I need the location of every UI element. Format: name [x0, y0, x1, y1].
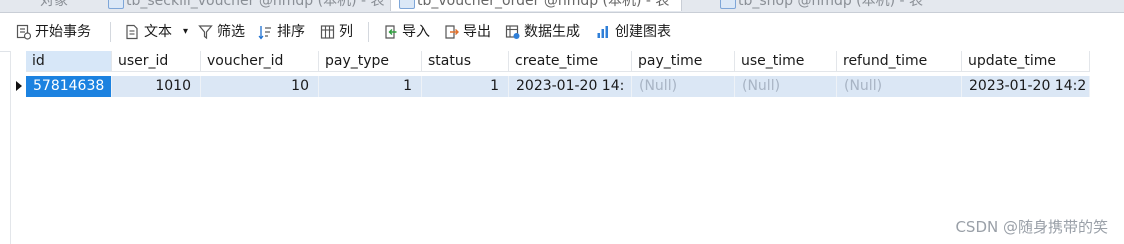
cell-value: 2023-01-20 14:2 — [969, 78, 1087, 94]
column-header-label: pay_type — [325, 53, 390, 69]
cell-value: 1 — [490, 78, 499, 94]
column-header-label: use_time — [741, 53, 805, 69]
filter-icon — [198, 25, 213, 40]
column-header-label: pay_time — [638, 53, 703, 69]
table-cell-pay-type[interactable]: 1 — [319, 76, 422, 97]
tab-strip: 对象 tb_seckill_voucher @hmdp (本机) - 表 tb_… — [0, 0, 1124, 13]
column-header-label: create_time — [515, 53, 599, 69]
column-header-use-time[interactable]: use_time — [735, 51, 837, 72]
table-icon — [399, 0, 415, 9]
current-row-indicator-icon — [16, 81, 22, 91]
tab-objects[interactable]: 对象 — [14, 0, 80, 11]
cell-value: (Null) — [742, 78, 781, 94]
chevron-down-icon: ▾ — [183, 26, 189, 37]
table-cell-status[interactable]: 1 — [422, 76, 509, 97]
data-generate-icon — [505, 25, 520, 39]
transaction-icon — [16, 24, 31, 40]
filter-label: 筛选 — [217, 24, 245, 40]
column-header-label: refund_time — [843, 53, 928, 69]
column-header-label: voucher_id — [207, 53, 284, 69]
columns-icon — [320, 25, 335, 39]
column-header-id[interactable]: id — [26, 51, 112, 72]
table-cell-update-time[interactable]: 2023-01-20 14:2 — [962, 76, 1090, 97]
table-cell-pay-time[interactable]: (Null) — [632, 76, 735, 97]
table-icon — [108, 0, 124, 9]
text-icon — [126, 24, 138, 40]
import-icon — [385, 25, 397, 39]
tab-tb-voucher-order[interactable]: tb_voucher_order @hmdp (本机) - 表 — [390, 0, 683, 11]
toolbar-divider — [368, 22, 369, 42]
cell-value: 1010 — [155, 78, 191, 94]
cell-value: 10 — [291, 78, 309, 94]
tab-label: tb_voucher_order @hmdp (本机) - 表 — [417, 0, 670, 9]
data-generate-label: 数据生成 — [524, 24, 580, 40]
table-cell-refund-time[interactable]: (Null) — [837, 76, 962, 97]
column-header-pay-type[interactable]: pay_type — [319, 51, 422, 72]
tab-label: tb_shop @hmdp (本机) - 表 — [738, 0, 924, 9]
table-cell-id[interactable]: 57814638 — [26, 76, 112, 97]
cell-value: 2023-01-20 14: — [516, 78, 625, 94]
column-header-label: status — [428, 53, 472, 69]
export-label: 导出 — [463, 24, 491, 40]
export-icon — [445, 25, 459, 39]
column-header-user-id[interactable]: user_id — [112, 51, 201, 72]
column-header-label: user_id — [118, 53, 169, 69]
table-cell-use-time[interactable]: (Null) — [735, 76, 837, 97]
toolbar: 开始事务 文本 ▾ 筛选 排序 列 导入 导出 数据生成 创建图表 — [0, 13, 1124, 52]
column-header-label: update_time — [968, 53, 1056, 69]
columns-label: 列 — [339, 24, 353, 40]
chart-icon — [597, 26, 608, 38]
column-header-pay-time[interactable]: pay_time — [632, 51, 735, 72]
table-cell-create-time[interactable]: 2023-01-20 14: — [509, 76, 632, 97]
column-header-create-time[interactable]: create_time — [509, 51, 632, 72]
create-chart-label: 创建图表 — [615, 24, 671, 40]
cell-value: 1 — [403, 78, 412, 94]
column-header-status[interactable]: status — [422, 51, 509, 72]
column-header-refund-time[interactable]: refund_time — [837, 51, 962, 72]
watermark: CSDN @随身携带的笑 — [955, 218, 1108, 236]
cell-value: (Null) — [639, 78, 678, 94]
tab-tb-seckill-voucher[interactable]: tb_seckill_voucher @hmdp (本机) - 表 — [100, 0, 396, 11]
column-header-label: id — [32, 53, 45, 69]
column-header-update-time[interactable]: update_time — [962, 51, 1090, 72]
cell-value: 57814638 — [33, 78, 105, 94]
import-label: 导入 — [402, 24, 430, 40]
begin-transaction-label: 开始事务 — [35, 24, 91, 40]
sort-icon — [258, 26, 271, 40]
toolbar-divider — [110, 22, 111, 42]
table-icon — [720, 0, 736, 9]
tab-tb-shop[interactable]: tb_shop @hmdp (本机) - 表 — [712, 0, 935, 11]
cell-value: (Null) — [844, 78, 883, 94]
text-label: 文本 — [144, 24, 172, 40]
tab-label: tb_seckill_voucher @hmdp (本机) - 表 — [126, 0, 385, 9]
column-header-voucher-id[interactable]: voucher_id — [201, 51, 319, 72]
table-cell-voucher-id[interactable]: 10 — [201, 76, 319, 97]
sort-label: 排序 — [277, 24, 305, 40]
table-cell-user-id[interactable]: 1010 — [112, 76, 201, 97]
tab-label: 对象 — [40, 0, 68, 9]
